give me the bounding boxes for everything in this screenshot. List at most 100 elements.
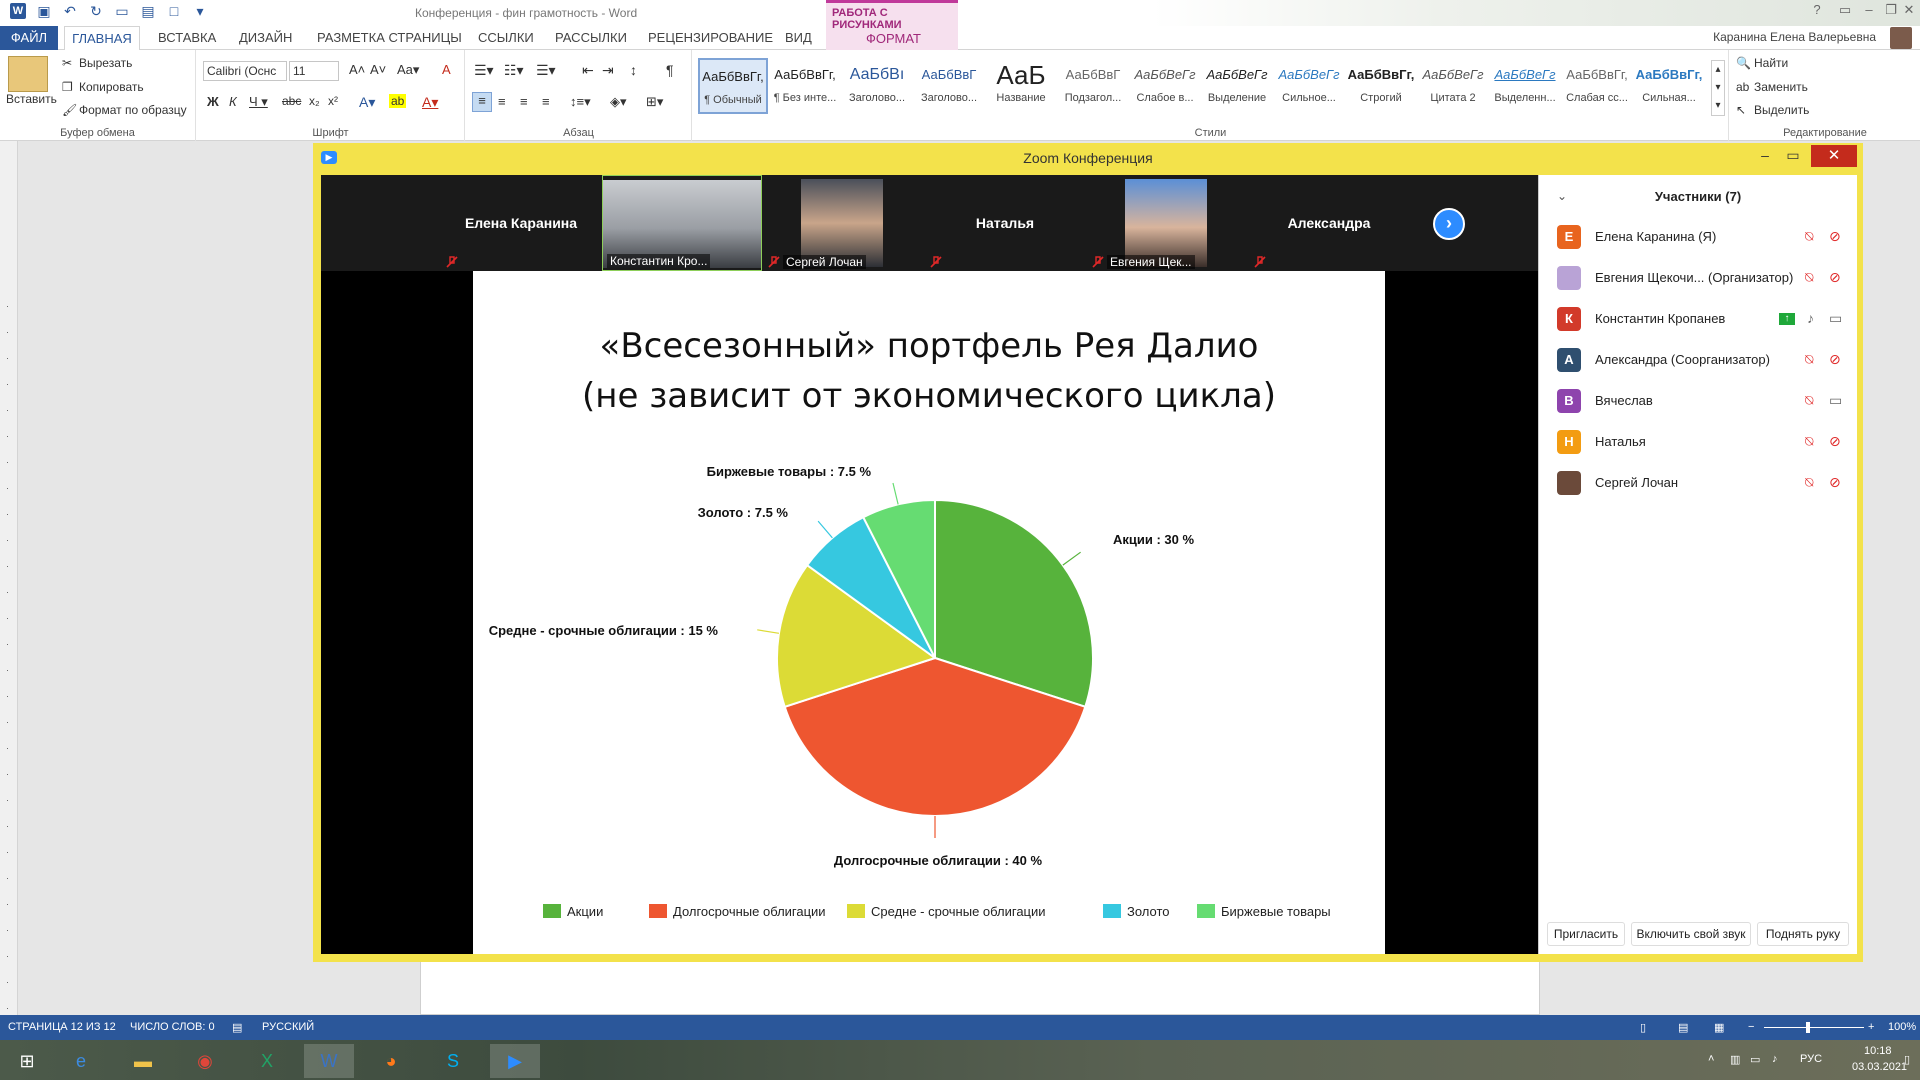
style-item[interactable]: АаБбВвГг, ¶ Обычный — [698, 58, 768, 114]
align-right-icon[interactable]: ≡ — [520, 94, 528, 109]
style-item[interactable]: АаБбВеГг Цитата 2 — [1418, 58, 1488, 114]
style-item[interactable]: АаБбВвГ Заголово... — [914, 58, 984, 114]
battery-icon[interactable]: ▭ — [1750, 1053, 1760, 1066]
user-name[interactable]: Каранина Елена Валерьевна — [1713, 30, 1876, 44]
print-layout-icon[interactable]: ▤ — [1678, 1021, 1688, 1034]
paste-button[interactable]: Вставить — [6, 92, 57, 106]
customize-toolbar-icon[interactable]: ▾ — [192, 3, 208, 19]
tab-format[interactable]: ФОРМАТ — [866, 31, 921, 46]
style-item[interactable]: АаБбВвГг, Слабая сс... — [1562, 58, 1632, 114]
invite-button[interactable]: Пригласить — [1547, 922, 1625, 946]
copy-button[interactable]: Копировать — [79, 80, 144, 94]
subscript-icon[interactable]: x₂ — [309, 94, 320, 108]
style-item[interactable]: АаБбВвГг, ¶ Без инте... — [770, 58, 840, 114]
input-language[interactable]: РУС — [1800, 1053, 1822, 1065]
style-item[interactable]: АаБбВеГг Выделенн... — [1490, 58, 1560, 114]
numbering-icon[interactable]: ☷▾ — [504, 62, 524, 79]
save-icon[interactable]: ▣ — [36, 3, 52, 19]
zoom-slider-handle[interactable] — [1806, 1022, 1810, 1033]
style-item[interactable]: АаБбВвГг, Строгий — [1346, 58, 1416, 114]
redo-icon[interactable]: ↻ — [88, 3, 104, 19]
print-preview-icon[interactable]: ▤ — [140, 3, 156, 19]
style-item[interactable]: АаБ Название — [986, 58, 1056, 114]
tab-home[interactable]: ГЛАВНАЯ — [64, 26, 140, 51]
shading-icon[interactable]: ◈▾ — [610, 94, 627, 110]
tab-references[interactable]: ССЫЛКИ — [478, 30, 534, 45]
strikethrough-icon[interactable]: abc — [282, 94, 301, 108]
find-icon[interactable]: 🔍 — [1736, 56, 1751, 70]
participant-row[interactable]: В Вячеслав ⍉ ▭ — [1557, 387, 1857, 415]
copy-icon[interactable]: ❐ — [62, 80, 73, 94]
font-name-select[interactable]: Calibri (Оснс — [203, 61, 287, 81]
participant-thumbnail[interactable]: Александра — [1249, 175, 1409, 271]
minimize-icon[interactable]: – — [1858, 2, 1880, 17]
align-center-icon[interactable]: ≡ — [498, 94, 506, 109]
tab-view[interactable]: ВИД — [785, 30, 812, 45]
language[interactable]: РУССКИЙ — [262, 1021, 314, 1033]
bullets-icon[interactable]: ☰▾ — [474, 62, 494, 79]
start-icon[interactable]: ⊞ — [2, 1044, 52, 1078]
participant-thumbnail[interactable]: Евгения Щек... — [1087, 175, 1247, 271]
zoom-slider[interactable] — [1764, 1027, 1864, 1028]
zoom-level[interactable]: 100% — [1888, 1021, 1916, 1033]
style-item[interactable]: АаБбВı Заголово... — [842, 58, 912, 114]
font-color-icon[interactable]: A▾ — [422, 94, 438, 111]
undo-icon[interactable]: ↶ — [62, 3, 78, 19]
style-item[interactable]: АаБбВеГг Выделение — [1202, 58, 1272, 114]
decrease-indent-icon[interactable]: ⇤ — [582, 62, 594, 79]
participant-row[interactable]: Е Елена Каранина (Я) ⍉ ⊘ — [1557, 223, 1857, 251]
participant-row[interactable]: Н Наталья ⍉ ⊘ — [1557, 428, 1857, 456]
highlight-icon[interactable]: ab — [389, 94, 407, 108]
style-item[interactable]: АаБбВвГ Подзагол... — [1058, 58, 1128, 114]
tab-review[interactable]: РЕЦЕНЗИРОВАНИЕ — [648, 30, 773, 45]
skype-icon[interactable]: S — [428, 1044, 478, 1078]
participant-row[interactable]: А Александра (Соорганизатор) ⍉ ⊘ — [1557, 346, 1857, 374]
maximize-icon[interactable]: ▭ — [1781, 147, 1805, 164]
tab-file[interactable]: ФАЙЛ — [0, 26, 58, 50]
cut-icon[interactable]: ✂ — [62, 56, 72, 70]
word-icon[interactable]: W — [304, 1044, 354, 1078]
read-mode-icon[interactable]: ▯ — [1640, 1021, 1646, 1034]
tab-layout[interactable]: РАЗМЕТКА СТРАНИЦЫ — [317, 30, 462, 45]
participant-row[interactable]: Сергей Лочан ⍉ ⊘ — [1557, 469, 1857, 497]
participant-thumbnail[interactable]: Елена Каранина — [441, 175, 601, 271]
style-item[interactable]: АаБбВеГг Сильное... — [1274, 58, 1344, 114]
select-button[interactable]: Выделить — [1754, 103, 1809, 117]
increase-indent-icon[interactable]: ⇥ — [602, 62, 614, 79]
find-button[interactable]: Найти — [1754, 56, 1788, 70]
justify-icon[interactable]: ≡ — [542, 94, 550, 109]
format-painter-button[interactable]: Формат по образцу — [79, 103, 187, 117]
styles-more-icon[interactable]: ▴ ▾ ▾ — [1711, 60, 1725, 116]
replace-icon[interactable]: ab — [1736, 80, 1749, 94]
zoom-app-icon[interactable]: ▶ — [490, 1044, 540, 1078]
avatar[interactable] — [1890, 27, 1912, 49]
file-explorer-icon[interactable]: ▬ — [118, 1044, 168, 1078]
participant-thumbnail[interactable]: Наталья — [925, 175, 1085, 271]
multilevel-list-icon[interactable]: ☰▾ — [536, 62, 556, 79]
participant-row[interactable]: Евгения Щекочи... (Организатор) ⍉ ⊘ — [1557, 264, 1857, 292]
firefox-icon[interactable]: ◕ — [366, 1044, 416, 1078]
web-layout-icon[interactable]: ▦ — [1714, 1021, 1724, 1034]
internet-explorer-icon[interactable]: e — [56, 1044, 106, 1078]
format-painter-icon[interactable]: 🖌 — [62, 103, 77, 117]
raise-hand-button[interactable]: Поднять руку — [1757, 922, 1849, 946]
style-item[interactable]: АаБбВеГг Слабое в... — [1130, 58, 1200, 114]
paste-icon[interactable] — [8, 56, 48, 92]
excel-icon[interactable]: X — [242, 1044, 292, 1078]
close-icon[interactable]: ✕ — [1811, 145, 1857, 167]
clear-format-icon[interactable]: A — [442, 62, 451, 77]
font-size-select[interactable]: 11 — [289, 61, 339, 81]
grow-font-icon[interactable]: A˄ — [349, 62, 365, 77]
shrink-font-icon[interactable]: A˅ — [370, 62, 386, 77]
chrome-icon[interactable]: ◉ — [180, 1044, 230, 1078]
minimize-icon[interactable]: – — [1753, 147, 1777, 163]
network-icon[interactable]: ▥ — [1730, 1053, 1740, 1066]
next-page-arrow-icon[interactable]: › — [1433, 208, 1465, 240]
help-icon[interactable]: ? — [1806, 2, 1828, 17]
style-item[interactable]: АаБбВвГг, Сильная... — [1634, 58, 1704, 114]
zoom-out-icon[interactable]: − — [1748, 1021, 1754, 1033]
superscript-icon[interactable]: x² — [328, 94, 338, 108]
select-icon[interactable]: ↖ — [1736, 103, 1746, 117]
align-left-icon[interactable]: ≡ — [472, 92, 492, 112]
text-effects-icon[interactable]: A▾ — [359, 94, 375, 111]
